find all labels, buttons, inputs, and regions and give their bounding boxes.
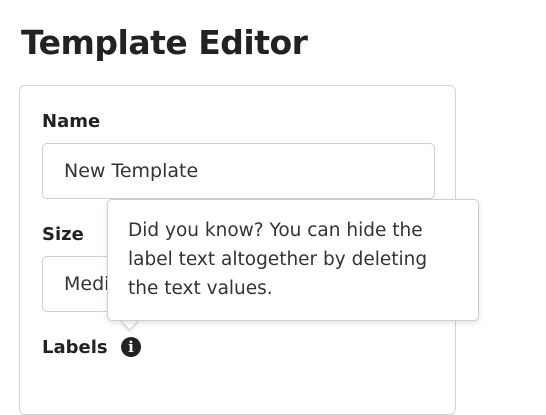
page-title: Template Editor <box>21 23 308 62</box>
info-icon[interactable]: i <box>121 337 141 357</box>
name-input[interactable]: New Template <box>42 143 435 199</box>
labels-label: Labels <box>42 337 108 358</box>
size-label: Size <box>42 224 84 245</box>
name-label: Name <box>42 111 101 132</box>
info-tooltip: Did you know? You can hide the label tex… <box>107 199 479 321</box>
